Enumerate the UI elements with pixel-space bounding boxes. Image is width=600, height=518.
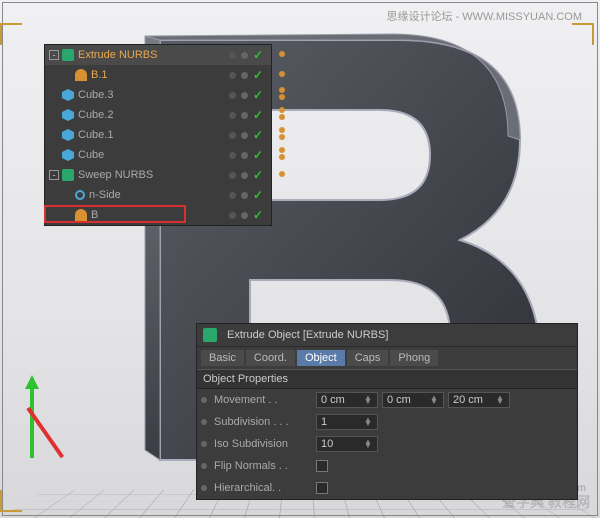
cube-icon <box>62 89 74 101</box>
check-icon[interactable]: ✓ <box>253 108 263 122</box>
tab-basic[interactable]: Basic <box>201 350 244 366</box>
tree-row-b[interactable]: B✓ <box>45 205 271 225</box>
expand-toggle[interactable]: - <box>49 50 59 60</box>
tree-row-cube[interactable]: Cube✓ <box>45 145 271 165</box>
layer-dot[interactable] <box>279 87 285 93</box>
tree-row-cube-3[interactable]: Cube.3✓ <box>45 85 271 105</box>
tree-row-cube-2[interactable]: Cube.2✓ <box>45 105 271 125</box>
check-icon[interactable]: ✓ <box>253 208 263 222</box>
section-header: Object Properties <box>197 369 577 389</box>
subdivision-input[interactable]: 1▲▼ <box>316 414 378 430</box>
visibility-dot[interactable] <box>229 152 236 159</box>
movement-z-input[interactable]: 20 cm▲▼ <box>448 392 510 408</box>
layer-dot[interactable] <box>279 154 285 160</box>
render-dot[interactable] <box>241 92 248 99</box>
render-dot[interactable] <box>241 212 248 219</box>
check-icon[interactable]: ✓ <box>253 48 263 62</box>
tree-row-sweep-nurbs[interactable]: -Sweep NURBS✓ <box>45 165 271 185</box>
tab-phong[interactable]: Phong <box>390 350 438 366</box>
layer-dot[interactable] <box>279 51 285 57</box>
watermark-top: 思缘设计论坛 - WWW.MISSYUAN.COM <box>386 8 582 24</box>
check-icon[interactable]: ✓ <box>253 168 263 182</box>
extrude-icon <box>203 328 217 342</box>
spline-icon <box>75 209 87 221</box>
tab-object[interactable]: Object <box>297 350 345 366</box>
layer-dot[interactable] <box>279 147 285 153</box>
attribute-tabs: BasicCoord.ObjectCapsPhong <box>197 347 577 369</box>
tree-row-extrude-nurbs[interactable]: -Extrude NURBS✓ <box>45 45 271 65</box>
extrude-icon <box>62 169 74 181</box>
prop-hierarchical: Hierarchical. . <box>197 477 577 499</box>
render-dot[interactable] <box>241 172 248 179</box>
object-manager-panel[interactable]: -Extrude NURBS✓B.1✓Cube.3✓Cube.2✓Cube.1✓… <box>44 44 272 226</box>
visibility-dot[interactable] <box>229 72 236 79</box>
layer-dot[interactable] <box>279 134 285 140</box>
check-icon[interactable]: ✓ <box>253 88 263 102</box>
visibility-dot[interactable] <box>229 212 236 219</box>
render-dot[interactable] <box>241 112 248 119</box>
check-icon[interactable]: ✓ <box>253 68 263 82</box>
check-icon[interactable]: ✓ <box>253 188 263 202</box>
movement-x-input[interactable]: 0 cm▲▼ <box>316 392 378 408</box>
layer-dot[interactable] <box>279 114 285 120</box>
cube-icon <box>62 149 74 161</box>
visibility-dot[interactable] <box>229 112 236 119</box>
movement-y-input[interactable]: 0 cm▲▼ <box>382 392 444 408</box>
visibility-dot[interactable] <box>229 132 236 139</box>
prop-movement: Movement . . 0 cm▲▼ 0 cm▲▼ 20 cm▲▼ <box>197 389 577 411</box>
check-icon[interactable]: ✓ <box>253 128 263 142</box>
visibility-dot[interactable] <box>229 92 236 99</box>
iso-subdivision-input[interactable]: 10▲▼ <box>316 436 378 452</box>
render-dot[interactable] <box>241 52 248 59</box>
spline-icon <box>75 69 87 81</box>
check-icon[interactable]: ✓ <box>253 148 263 162</box>
tree-row-cube-1[interactable]: Cube.1✓ <box>45 125 271 145</box>
circle-icon <box>75 190 85 200</box>
layer-dot[interactable] <box>279 71 285 77</box>
render-dot[interactable] <box>241 152 248 159</box>
hierarchical-checkbox[interactable] <box>316 482 328 494</box>
tab-coord[interactable]: Coord. <box>246 350 295 366</box>
render-dot[interactable] <box>241 192 248 199</box>
cube-icon <box>62 109 74 121</box>
attribute-manager-panel[interactable]: Extrude Object [Extrude NURBS] BasicCoor… <box>196 323 578 500</box>
cube-icon <box>62 129 74 141</box>
tree-row-n-side[interactable]: n-Side✓ <box>45 185 271 205</box>
expand-toggle[interactable]: - <box>49 170 59 180</box>
extrude-icon <box>62 49 74 61</box>
visibility-dot[interactable] <box>229 52 236 59</box>
layer-dot[interactable] <box>279 94 285 100</box>
attribute-title: Extrude Object [Extrude NURBS] <box>227 329 388 341</box>
tree-row-b-1[interactable]: B.1✓ <box>45 65 271 85</box>
tab-caps[interactable]: Caps <box>347 350 389 366</box>
prop-flip-normals: Flip Normals . . <box>197 455 577 477</box>
prop-subdivision: Subdivision . . . 1▲▼ <box>197 411 577 433</box>
render-dot[interactable] <box>241 132 248 139</box>
layer-dot[interactable] <box>279 171 285 177</box>
layer-dot[interactable] <box>279 107 285 113</box>
render-dot[interactable] <box>241 72 248 79</box>
prop-iso-subdivision: Iso Subdivision 10▲▼ <box>197 433 577 455</box>
layer-dot[interactable] <box>279 127 285 133</box>
visibility-dot[interactable] <box>229 192 236 199</box>
visibility-dot[interactable] <box>229 172 236 179</box>
flip-normals-checkbox[interactable] <box>316 460 328 472</box>
